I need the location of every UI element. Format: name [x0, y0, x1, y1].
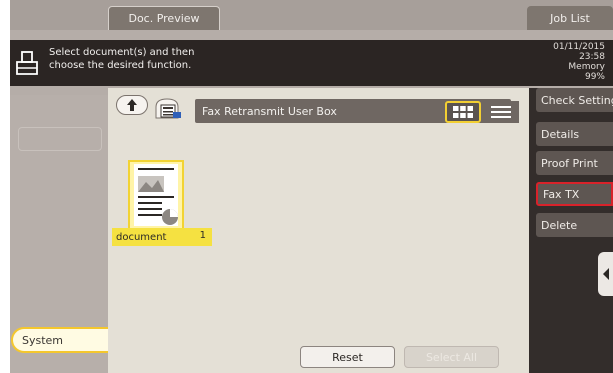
proof-print-button[interactable]: Proof Print — [536, 151, 613, 175]
fax-tx-button[interactable]: Fax TX — [536, 182, 613, 206]
thumbnail-view-button[interactable] — [445, 101, 481, 123]
memory-label: Memory — [568, 62, 605, 72]
chevron-left-icon — [602, 268, 609, 280]
list-view-button[interactable] — [483, 101, 519, 123]
function-menu: Check Setting Details Proof Print Fax TX… — [529, 88, 613, 373]
document-page-icon — [134, 164, 178, 226]
box-name: Fax Retransmit User Box — [202, 104, 337, 118]
document-thumbnail[interactable] — [128, 160, 184, 230]
document-label[interactable]: document 1 — [112, 228, 212, 246]
document-page-count: 1 — [199, 230, 206, 241]
up-folder-button[interactable] — [116, 95, 148, 115]
details-button[interactable]: Details — [536, 122, 613, 146]
instruction-message: Select document(s) and then choose the d… — [49, 46, 194, 72]
left-panel: System — [10, 95, 108, 373]
top-bar: Doc. Preview Job List — [10, 0, 613, 30]
instruction-line-1: Select document(s) and then — [49, 47, 195, 58]
check-setting-button[interactable]: Check Setting — [536, 88, 613, 112]
system-tab[interactable]: System — [11, 327, 108, 353]
instruction-line-2: choose the desired function. — [49, 60, 192, 71]
date-text: 01/11/2015 — [553, 42, 605, 52]
grid-view-icon — [453, 106, 473, 118]
document-area: Fax Retransmit User Box document 1 Reset… — [108, 88, 529, 373]
screen-frame: Doc. Preview Job List Select document(s)… — [10, 0, 613, 373]
job-list-tab[interactable]: Job List — [527, 6, 613, 30]
fax-box-icon — [155, 98, 181, 119]
status-info: 01/11/2015 23:58 Memory 99% — [553, 42, 605, 82]
time-text: 23:58 — [579, 52, 605, 62]
list-view-icon — [491, 106, 511, 118]
reset-button[interactable]: Reset — [300, 346, 395, 368]
up-arrow-icon — [127, 99, 137, 111]
document-tray-icon — [16, 51, 38, 75]
memory-value: 99% — [584, 72, 605, 82]
document-name: document — [116, 231, 167, 243]
delete-button[interactable]: Delete — [536, 213, 613, 237]
select-all-button[interactable]: Select All — [404, 346, 499, 368]
message-bar: Select document(s) and then choose the d… — [10, 40, 613, 86]
doc-preview-tab[interactable]: Doc. Preview — [108, 6, 220, 30]
expand-panel-button[interactable] — [598, 252, 613, 296]
empty-slot — [18, 127, 102, 151]
